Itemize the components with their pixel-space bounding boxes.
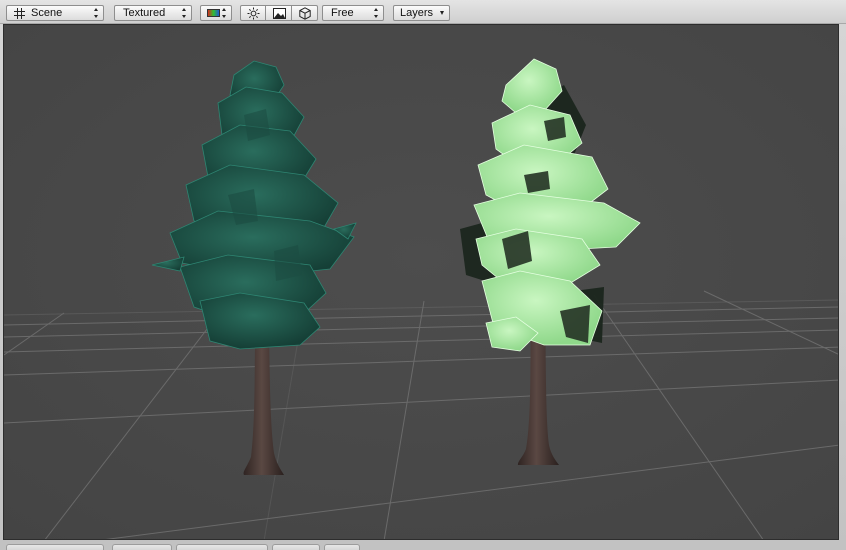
bottom-tab[interactable] — [6, 544, 104, 550]
sun-icon — [247, 7, 260, 20]
view-mode-label: Scene — [31, 7, 63, 19]
bottom-tab[interactable] — [272, 544, 320, 550]
bottom-tab[interactable] — [176, 544, 268, 550]
scene-fx-toggle[interactable] — [291, 5, 318, 21]
picture-icon — [273, 8, 286, 19]
updown-arrows-icon — [182, 8, 187, 18]
dropdown-arrow-icon — [440, 11, 444, 15]
bottom-tab[interactable] — [112, 544, 172, 550]
scene-toolbar: Scene Textured Free Layers — [0, 0, 846, 24]
cube-icon — [299, 7, 311, 20]
updown-arrows-icon — [94, 8, 99, 18]
scene-overlay-toggle[interactable] — [265, 5, 292, 21]
layers-dropdown[interactable]: Layers — [393, 5, 450, 21]
camera-mode-dropdown[interactable]: Free — [322, 5, 384, 21]
updown-arrows-icon — [374, 8, 379, 18]
view-mode-dropdown[interactable]: Scene — [6, 5, 104, 21]
grid-icon — [14, 8, 25, 19]
scene-viewport[interactable] — [3, 24, 839, 540]
rgb-swatch-icon — [207, 9, 220, 17]
updown-arrows-icon — [222, 8, 227, 18]
scene-lighting-toggle[interactable] — [240, 5, 266, 21]
render-mode-label: Textured — [123, 7, 166, 19]
bottom-tab[interactable] — [324, 544, 360, 550]
render-mode-dropdown[interactable]: Textured — [114, 5, 192, 21]
color-mode-dropdown[interactable] — [200, 5, 232, 21]
viewport-background — [4, 25, 838, 539]
camera-mode-label: Free — [331, 7, 354, 19]
scene-window: Scene Textured Free Layers — [0, 0, 846, 550]
layers-label: Layers — [400, 7, 434, 19]
scene-canvas[interactable] — [4, 25, 839, 540]
bottom-tab-strip — [0, 544, 846, 550]
